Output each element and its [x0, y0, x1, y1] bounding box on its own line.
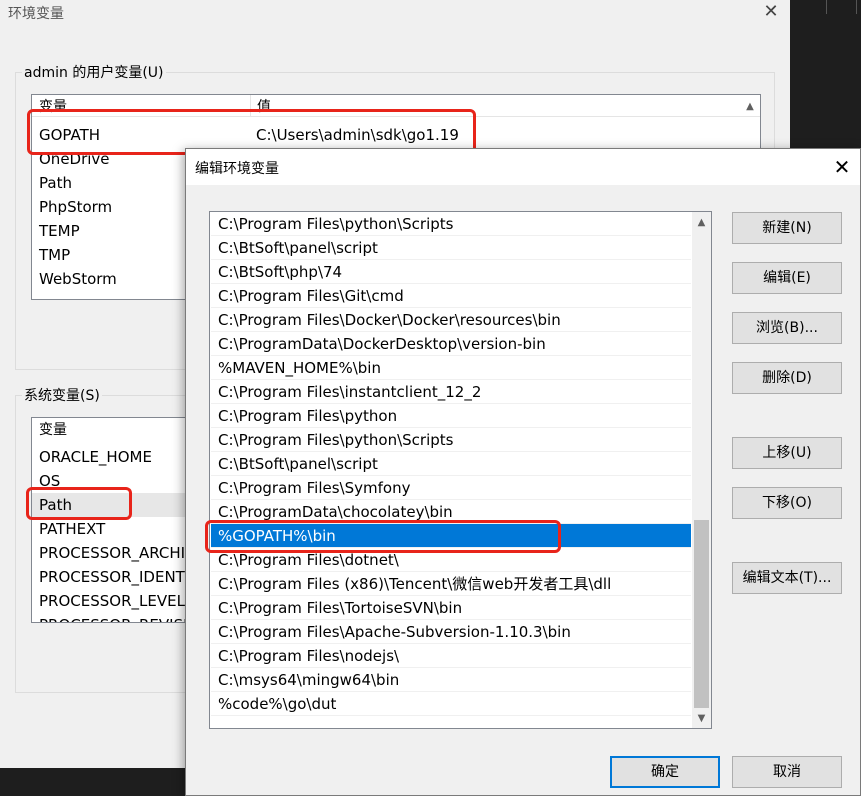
edit-text-button[interactable]: 编辑文本(T)...: [732, 562, 842, 594]
variable-name: PROCESSOR_LEVEL: [39, 592, 185, 610]
user-vars-label: admin 的用户变量(U): [22, 62, 166, 82]
col-header-variable[interactable]: 变量: [32, 419, 67, 439]
user-vars-header: 变量 值: [32, 95, 760, 117]
scroll-down-icon[interactable]: ▼: [692, 710, 711, 727]
col-header-variable[interactable]: 变量: [32, 96, 67, 116]
system-vars-label: 系统变量(S): [22, 385, 102, 405]
variable-name: PROCESSOR_REVISI: [39, 616, 188, 622]
variable-name: Path: [39, 496, 72, 514]
variable-name: ORACLE_HOME: [39, 448, 152, 466]
delete-button[interactable]: 删除(D): [732, 362, 842, 394]
path-entry[interactable]: C:\msys64\mingw64\bin: [211, 668, 691, 692]
edit-button[interactable]: 编辑(E): [732, 262, 842, 294]
variable-name: PATHEXT: [39, 520, 106, 538]
list-item[interactable]: GOPATH C:\Users\admin\sdk\go1.19: [32, 123, 760, 147]
cancel-button[interactable]: 取消: [732, 756, 842, 788]
background-app-strip: [790, 0, 861, 150]
variable-name: GOPATH: [39, 126, 101, 144]
browse-button[interactable]: 浏览(B)...: [732, 312, 842, 344]
move-down-button[interactable]: 下移(O): [732, 487, 842, 519]
variable-name: TMP: [39, 246, 71, 264]
variable-name: OS: [39, 472, 61, 490]
path-entry[interactable]: C:\ProgramData\chocolatey\bin: [211, 500, 691, 524]
path-entry[interactable]: %code%\go\dut: [211, 692, 691, 716]
path-entry[interactable]: C:\Program Files\Git\cmd: [211, 284, 691, 308]
path-entry[interactable]: C:\Program Files\python\Scripts: [211, 428, 691, 452]
scroll-up-icon[interactable]: ▲: [742, 99, 758, 115]
path-entry[interactable]: C:\BtSoft\panel\script: [211, 236, 691, 260]
path-entries-list[interactable]: C:\Program Files\python\Scripts C:\BtSoft…: [209, 211, 712, 729]
path-entry[interactable]: C:\BtSoft\php\74: [211, 260, 691, 284]
path-entry[interactable]: C:\Program Files\Symfony: [211, 476, 691, 500]
scroll-up-icon[interactable]: ▲: [692, 214, 711, 231]
path-entry[interactable]: C:\Program Files\Docker\Docker\resources…: [211, 308, 691, 332]
close-icon[interactable]: ✕: [762, 0, 780, 24]
path-entry[interactable]: C:\Program Files\TortoiseSVN\bin: [211, 596, 691, 620]
path-entry[interactable]: C:\Program Files\instantclient_12_2: [211, 380, 691, 404]
dialog-titlebar: 编辑环境变量 ✕: [186, 149, 860, 185]
path-entry[interactable]: C:\Program Files\dotnet\: [211, 548, 691, 572]
col-header-value[interactable]: 值: [250, 96, 271, 116]
path-entry[interactable]: C:\Program Files (x86)\Tencent\微信web开发者工…: [211, 572, 691, 596]
close-icon[interactable]: ✕: [830, 155, 854, 179]
variable-name: PROCESSOR_ARCHIT: [39, 544, 195, 562]
scrollbar[interactable]: ▲ ▼: [692, 212, 711, 728]
path-entry[interactable]: %MAVEN_HOME%\bin: [211, 356, 691, 380]
path-entry[interactable]: C:\Program Files\python: [211, 404, 691, 428]
edit-env-var-dialog: 编辑环境变量 ✕ C:\Program Files\python\Scripts…: [185, 148, 861, 796]
variable-name: PROCESSOR_IDENTI: [39, 568, 190, 586]
path-entry[interactable]: C:\Program Files\nodejs\: [211, 644, 691, 668]
ok-button[interactable]: 确定: [610, 756, 720, 788]
variable-value: C:\Users\admin\sdk\go1.19: [256, 126, 459, 144]
scrollbar-thumb[interactable]: [694, 520, 709, 708]
path-entry[interactable]: C:\Program Files\python\Scripts: [211, 212, 691, 236]
new-button[interactable]: 新建(N): [732, 212, 842, 244]
move-up-button[interactable]: 上移(U): [732, 437, 842, 469]
variable-name: OneDrive: [39, 150, 110, 168]
path-entry[interactable]: C:\ProgramData\DockerDesktop\version-bin: [211, 332, 691, 356]
path-entry[interactable]: C:\BtSoft\panel\script: [211, 452, 691, 476]
variable-name: WebStorm: [39, 270, 117, 288]
path-entry-selected[interactable]: %GOPATH%\bin: [211, 524, 691, 548]
window-title: 环境变量: [8, 6, 64, 22]
taskbar-strip: [0, 768, 185, 796]
dialog-title: 编辑环境变量: [195, 161, 279, 177]
variable-name: TEMP: [39, 222, 80, 240]
path-entry[interactable]: C:\Program Files\Apache-Subversion-1.10.…: [211, 620, 691, 644]
variable-name: PhpStorm: [39, 198, 113, 216]
variable-name: Path: [39, 174, 72, 192]
